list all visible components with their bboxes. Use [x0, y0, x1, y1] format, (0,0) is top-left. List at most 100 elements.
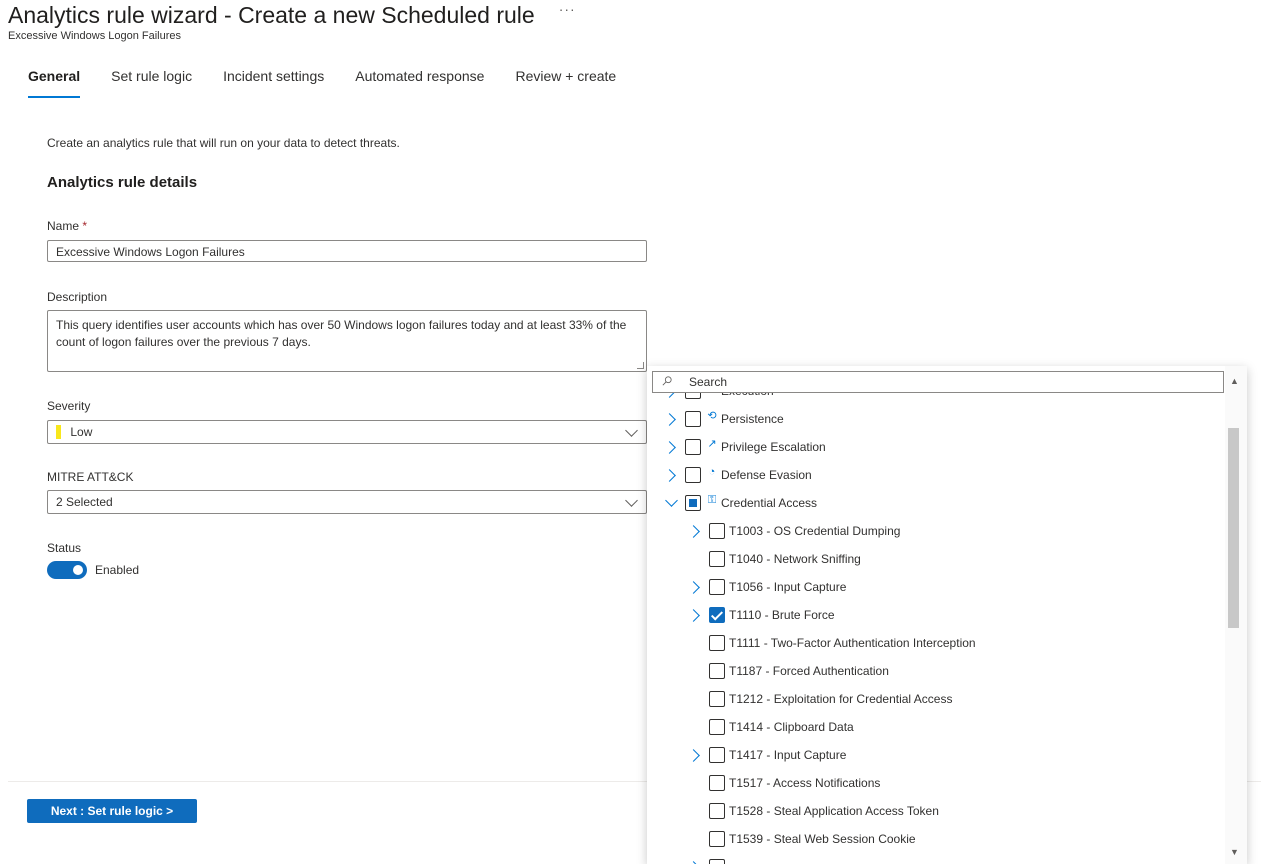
checkbox[interactable] [709, 551, 725, 567]
technique-label: T1111 - Two-Factor Authentication Interc… [729, 636, 976, 650]
tree-row-technique[interactable]: T1056 - Input Capture [686, 573, 847, 601]
tree-row-technique[interactable]: T1414 - Clipboard Data [687, 713, 854, 741]
technique-label: T1003 - OS Credential Dumping [729, 524, 901, 538]
checkbox[interactable] [709, 691, 725, 707]
chevron-right-icon[interactable] [662, 439, 679, 455]
description-text: This query identifies user accounts whic… [56, 318, 627, 349]
tree-row-technique[interactable]: T1110 - Brute Force [686, 601, 835, 629]
tree-row-technique[interactable]: T1539 - Steal Web Session Cookie [687, 825, 916, 853]
chevron-right-icon[interactable] [686, 859, 703, 864]
persistence-icon: ⟲ [707, 410, 717, 422]
checkbox-partial[interactable] [685, 495, 701, 511]
tree-row-technique[interactable]: T1111 - Two-Factor Authentication Interc… [687, 629, 976, 657]
technique-label: T1056 - Input Capture [729, 580, 847, 594]
mitre-dropdown[interactable]: 2 Selected [47, 490, 647, 514]
technique-label: T1528 - Steal Application Access Token [729, 804, 939, 818]
technique-label: T1539 - Steal Web Session Cookie [729, 832, 916, 846]
checkbox[interactable] [709, 831, 725, 847]
tree-row-technique[interactable]: T1212 - Exploitation for Credential Acce… [687, 685, 952, 713]
tactic-label: Privilege Escalation [721, 440, 826, 454]
checkbox[interactable] [709, 579, 725, 595]
more-options-icon[interactable]: ··· [559, 1, 576, 17]
severity-color-indicator [56, 424, 61, 439]
defense-evasion-icon: ◔ [708, 466, 716, 478]
checkbox[interactable] [709, 747, 725, 763]
search-placeholder: Search [689, 375, 728, 389]
tree-row-persistence[interactable]: ⟲ Persistence [662, 405, 784, 433]
tree-row-privilege-escalation[interactable]: ↗ Privilege Escalation [662, 433, 826, 461]
checkbox[interactable] [709, 775, 725, 791]
privilege-escalation-icon: ↗ [707, 438, 717, 450]
mitre-dropdown-panel: ▸ Execution ⟲ Persistence ↗ Privilege Es… [647, 366, 1247, 864]
chevron-down-icon [625, 494, 638, 507]
status-toggle[interactable] [47, 561, 87, 579]
name-label: Name * [47, 219, 87, 233]
name-input[interactable]: Excessive Windows Logon Failures [47, 240, 647, 262]
tree-row-technique-cutoff[interactable] [686, 853, 729, 864]
chevron-right-icon[interactable] [686, 523, 703, 539]
chevron-right-icon[interactable] [686, 747, 703, 763]
checkbox[interactable] [709, 663, 725, 679]
tree-row-technique[interactable]: T1517 - Access Notifications [687, 769, 880, 797]
tab-set-rule-logic[interactable]: Set rule logic [111, 64, 192, 96]
tactic-label: Credential Access [721, 496, 818, 510]
page-header: Analytics rule wizard - Create a new Sch… [8, 0, 576, 30]
severity-dropdown[interactable]: Low [47, 420, 647, 444]
checkbox-checked[interactable] [709, 607, 725, 623]
tree-row-credential-access[interactable]: ⚿ Credential Access [663, 489, 817, 517]
tab-incident-settings[interactable]: Incident settings [223, 64, 324, 96]
page-subtitle: Excessive Windows Logon Failures [8, 30, 182, 42]
toggle-knob [73, 565, 83, 575]
technique-label: T1110 - Brute Force [729, 608, 835, 622]
tactic-label: Defense Evasion [721, 468, 812, 482]
technique-label: T1417 - Input Capture [729, 748, 847, 762]
technique-label: T1414 - Clipboard Data [729, 720, 854, 734]
checkbox[interactable] [709, 859, 725, 864]
intro-text: Create an analytics rule that will run o… [47, 136, 400, 150]
description-textarea[interactable]: This query identifies user accounts whic… [47, 310, 647, 372]
tree-row-technique[interactable]: T1040 - Network Sniffing [687, 545, 861, 573]
tab-review-create[interactable]: Review + create [515, 64, 616, 96]
severity-value: Low [70, 425, 93, 439]
page-title: Analytics rule wizard - Create a new Sch… [8, 1, 535, 28]
status-toggle-label: Enabled [95, 563, 140, 577]
tab-automated-response[interactable]: Automated response [355, 64, 484, 96]
section-title: Analytics rule details [47, 174, 198, 191]
status-label: Status [47, 541, 82, 555]
tree-row-technique[interactable]: T1187 - Forced Authentication [687, 657, 889, 685]
scrollbar-thumb[interactable] [1228, 428, 1239, 628]
description-label: Description [47, 290, 108, 304]
technique-label: T1212 - Exploitation for Credential Acce… [729, 692, 953, 706]
checkbox[interactable] [709, 803, 725, 819]
tree-row-technique[interactable]: T1003 - OS Credential Dumping [686, 517, 901, 545]
tactic-label: Persistence [721, 412, 784, 426]
tree-row-technique[interactable]: T1528 - Steal Application Access Token [687, 797, 939, 825]
wizard-tabs: General Set rule logic Incident settings… [28, 64, 647, 98]
chevron-right-icon[interactable] [686, 607, 703, 623]
name-label-text: Name [47, 219, 80, 233]
checkbox[interactable] [685, 411, 701, 427]
required-marker: * [82, 219, 88, 233]
chevron-right-icon[interactable] [662, 411, 679, 427]
checkbox[interactable] [709, 719, 725, 735]
scroll-up-icon[interactable]: ▲ [1230, 376, 1239, 386]
chevron-down-icon[interactable] [663, 493, 679, 511]
resize-grip-icon[interactable] [637, 362, 644, 369]
chevron-right-icon[interactable] [686, 579, 703, 595]
technique-label: T1187 - Forced Authentication [729, 664, 889, 678]
mitre-label: MITRE ATT&CK [47, 470, 134, 484]
tree-row-technique[interactable]: T1417 - Input Capture [686, 741, 847, 769]
mitre-search-input[interactable]: Search [652, 371, 1224, 393]
mitre-value: 2 Selected [56, 495, 113, 509]
checkbox[interactable] [685, 439, 701, 455]
scroll-down-icon[interactable]: ▼ [1230, 847, 1239, 857]
technique-label: T1040 - Network Sniffing [729, 552, 861, 566]
tree-row-defense-evasion[interactable]: ◔ Defense Evasion [662, 461, 812, 489]
tab-general[interactable]: General [28, 64, 81, 98]
checkbox[interactable] [685, 467, 701, 483]
checkbox[interactable] [709, 523, 725, 539]
chevron-right-icon[interactable] [662, 467, 679, 483]
checkbox[interactable] [709, 635, 725, 651]
next-button[interactable]: Next : Set rule logic > [27, 799, 197, 823]
technique-label: T1517 - Access Notifications [729, 776, 881, 790]
